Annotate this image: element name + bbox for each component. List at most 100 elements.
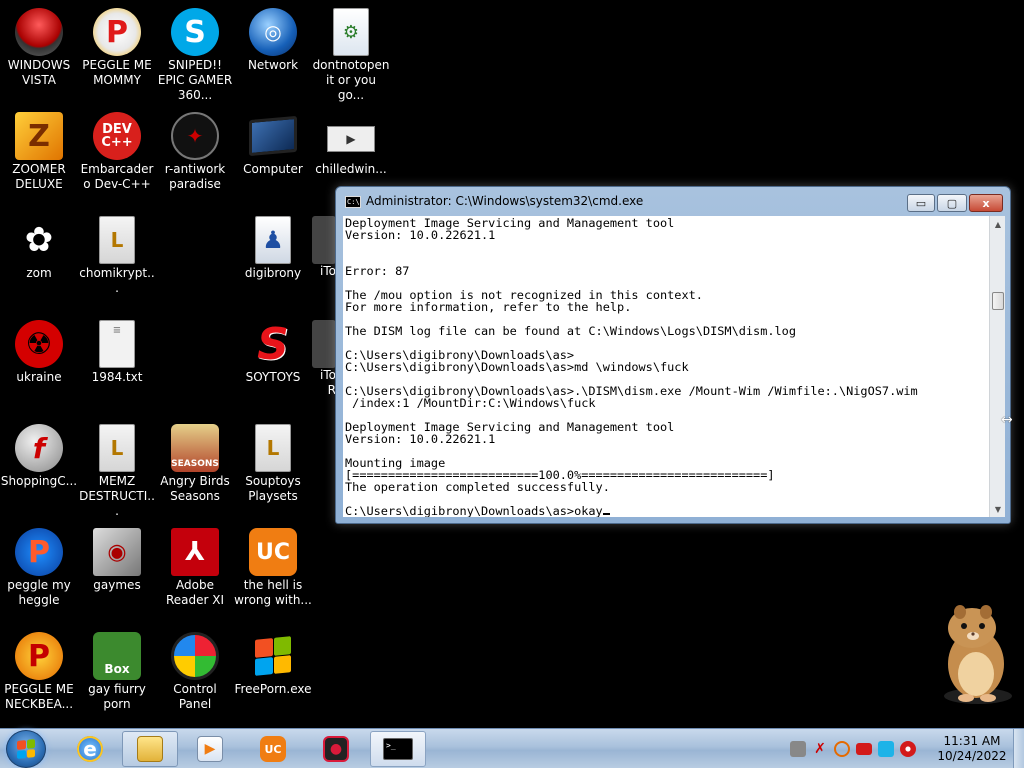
desktop-icon-sniped-epic-gamer[interactable]: S SNIPED!! EPIC GAMER 360... bbox=[156, 8, 234, 103]
flower-icon: ✿ bbox=[24, 220, 54, 260]
scroll-up-icon[interactable]: ▲ bbox=[990, 216, 1006, 232]
desktop-icon-dontnotopen[interactable]: ⚙ dontnotopen it or you go... bbox=[312, 8, 390, 103]
user-folder-icon: ♟ bbox=[255, 216, 291, 264]
tray-flag-icon[interactable] bbox=[856, 743, 872, 755]
flash-icon: f bbox=[15, 424, 63, 472]
devcpp-icon: DEV C++ bbox=[93, 112, 141, 160]
show-desktop-button[interactable] bbox=[1013, 729, 1024, 768]
desktop-icon-ito-r-partial[interactable]: iTo R bbox=[312, 320, 336, 398]
desktop-icon-embarcadero-dev-cpp[interactable]: DEV C++ Embarcadero Dev-C++ bbox=[78, 112, 156, 192]
text-cursor bbox=[602, 513, 610, 515]
desktop-icon-gaymes[interactable]: ◉ gaymes bbox=[78, 528, 156, 593]
robot-pod-icon bbox=[15, 8, 63, 56]
partial-icon bbox=[312, 320, 336, 368]
uc-browser-icon: UC bbox=[249, 528, 297, 576]
cmd-scrollbar[interactable]: ▲ ▼ bbox=[989, 216, 1005, 517]
network-globe-icon: ◎ bbox=[249, 8, 297, 56]
desktop-icon-ito-partial[interactable]: iTo bbox=[312, 216, 336, 279]
desktop-icon-peggle-me-mommy[interactable]: P PEGGLE ME MOMMY bbox=[78, 8, 156, 88]
desktop-icon-peggle-my-heggle[interactable]: P peggle my heggle bbox=[0, 528, 78, 608]
taskbar-command-prompt[interactable]: >_ bbox=[370, 731, 426, 767]
camera-recorder-icon: ● bbox=[323, 736, 349, 762]
taskbar-uc-browser[interactable]: UC bbox=[245, 731, 301, 767]
desktop-icon-computer[interactable]: Computer bbox=[234, 112, 312, 177]
dark-badge-icon: ✦ bbox=[171, 112, 219, 160]
taskbar-windows-explorer[interactable] bbox=[122, 731, 178, 767]
tray-search-icon[interactable] bbox=[834, 741, 850, 757]
taskbar-screen-recorder[interactable]: ● bbox=[308, 731, 364, 767]
desktop-icon-soytoys[interactable]: S SOYTOYS bbox=[234, 318, 312, 385]
desktop-icon-souptoys-playsets[interactable]: L Souptoys Playsets bbox=[234, 424, 312, 504]
desktop-icon-ukraine[interactable]: ☢ ukraine bbox=[0, 320, 78, 385]
partial-icon bbox=[312, 216, 336, 264]
desktop-icon-network[interactable]: ◎ Network bbox=[234, 8, 312, 73]
maximize-button[interactable]: ▢ bbox=[937, 194, 967, 212]
console-line: For more information, refer to the help. bbox=[345, 300, 632, 314]
tray-app-icon[interactable] bbox=[790, 741, 806, 757]
taskbar-internet-explorer[interactable]: e bbox=[62, 731, 118, 767]
desktop-icon-1984-txt[interactable]: ≡ 1984.txt bbox=[78, 320, 156, 385]
console-line: C:\Users\digibrony\Downloads\as>md \wind… bbox=[345, 360, 689, 374]
folder-icon bbox=[137, 736, 163, 762]
desktop-icon-r-antiwork-paradise[interactable]: ✦ r-antiwork paradise bbox=[156, 112, 234, 192]
cmd-window-title: Administrator: C:\Windows\system32\cmd.e… bbox=[366, 194, 644, 208]
hamster-desktop-pet[interactable] bbox=[930, 600, 1020, 710]
console-line: Version: 10.0.22621.1 bbox=[345, 228, 496, 242]
desktop-icon-zoomer-deluxe[interactable]: Z ZOOMER DELUXE bbox=[0, 112, 78, 192]
hamster-box-icon: Box bbox=[93, 632, 141, 680]
desktop-icon-chomikrypt[interactable]: L chomikrypt... bbox=[78, 216, 156, 296]
ie-icon: e bbox=[77, 736, 103, 762]
tray-record-icon[interactable] bbox=[900, 741, 916, 757]
console-line: /index:1 /MountDir:C:\Windows\fuck bbox=[345, 396, 596, 410]
desktop-icon-control-panel[interactable]: Control Panel bbox=[156, 632, 234, 712]
desktop-icon-the-hell-is-wrong[interactable]: UC the hell is wrong with... bbox=[234, 528, 312, 608]
console-line: C:\Users\digibrony\Downloads\as>okay bbox=[345, 504, 603, 517]
windows-flag-icon bbox=[249, 632, 297, 680]
close-button[interactable]: x bbox=[969, 194, 1003, 212]
desktop-icon-freeporn-exe[interactable]: FreePorn.exe bbox=[234, 632, 312, 697]
cmd-window[interactable]: C:\ Administrator: C:\Windows\system32\c… bbox=[335, 186, 1011, 524]
document-l-icon: L bbox=[99, 424, 135, 472]
desktop-icon-digibrony[interactable]: ♟ digibrony bbox=[234, 216, 312, 281]
desktop-icon-shoppingc[interactable]: f ShoppingC... bbox=[0, 424, 78, 489]
script-file-icon: ⚙ bbox=[333, 8, 369, 56]
document-l-icon: L bbox=[255, 424, 291, 472]
taskbar: e ▶ UC ● >_ ✗ 11:31 AM 10/24/2022 bbox=[0, 728, 1024, 768]
taskbar-clock[interactable]: 11:31 AM 10/24/2022 bbox=[935, 734, 1009, 764]
desktop-icon-adobe-reader-xi[interactable]: ⅄ Adobe Reader XI bbox=[156, 528, 234, 608]
system-tray: ✗ bbox=[790, 735, 916, 763]
cmd-titlebar[interactable]: C:\ Administrator: C:\Windows\system32\c… bbox=[336, 187, 1010, 217]
zuma-icon: Z bbox=[15, 112, 63, 160]
red-s-icon: S bbox=[257, 318, 289, 370]
start-button[interactable] bbox=[6, 730, 46, 768]
desktop-icon-windows-vista[interactable]: WINDOWS VISTA bbox=[0, 8, 78, 88]
computer-icon bbox=[249, 115, 297, 157]
console-output: Deployment Image Servicing and Managemen… bbox=[343, 216, 989, 517]
tray-x-icon[interactable]: ✗ bbox=[812, 741, 828, 757]
document-l-icon: L bbox=[99, 216, 135, 264]
clock-time: 11:31 AM bbox=[943, 734, 1001, 748]
tray-monitor-icon[interactable] bbox=[878, 741, 894, 757]
peggle-icon: P bbox=[15, 528, 63, 576]
media-folder-icon: ◉ bbox=[93, 528, 141, 576]
minimize-button[interactable]: ▭ bbox=[907, 194, 935, 212]
desktop-icon-memz-destructi[interactable]: L MEMZ DESTRUCTI... bbox=[78, 424, 156, 519]
peggle-icon: P bbox=[15, 632, 63, 680]
cmd-window-icon: C:\ bbox=[345, 196, 361, 208]
console-line: The DISM log file can be found at C:\Win… bbox=[345, 324, 797, 338]
desktop-icon-gay-fiurry-porn[interactable]: Box gay fiurry porn bbox=[78, 632, 156, 712]
console-line: Error: 87 bbox=[345, 264, 410, 278]
scroll-thumb[interactable] bbox=[992, 292, 1004, 310]
cmd-console[interactable]: Deployment Image Servicing and Managemen… bbox=[343, 216, 989, 517]
desktop-icon-peggle-me-neckbea[interactable]: P PEGGLE ME NECKBEA... bbox=[0, 632, 78, 712]
cmd-icon: >_ bbox=[383, 738, 413, 760]
desktop-icon-chilledwin[interactable]: ▶ chilledwin... bbox=[312, 112, 390, 177]
peggle-icon: P bbox=[93, 8, 141, 56]
skype-icon: S bbox=[171, 8, 219, 56]
desktop-icon-zom[interactable]: ✿ zom bbox=[0, 216, 78, 281]
angry-birds-icon: SEASONS bbox=[171, 424, 219, 472]
taskbar-media-player[interactable]: ▶ bbox=[182, 731, 238, 767]
desktop-icon-angry-birds-seasons[interactable]: SEASONS Angry Birds Seasons bbox=[156, 424, 234, 504]
radiation-icon: ☢ bbox=[15, 320, 63, 368]
scroll-down-icon[interactable]: ▼ bbox=[990, 501, 1006, 517]
